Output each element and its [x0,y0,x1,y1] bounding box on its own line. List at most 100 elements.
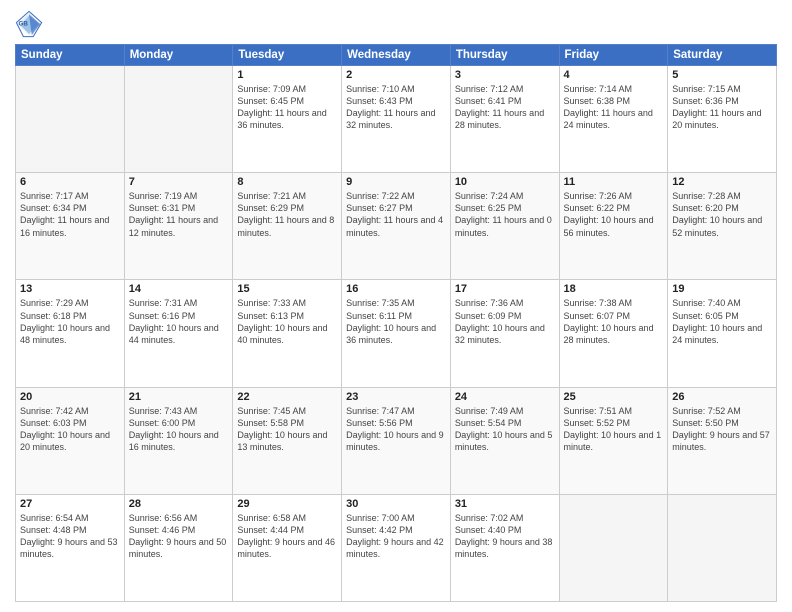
day-number: 21 [129,391,229,403]
weekday-header-sunday: Sunday [16,45,125,66]
calendar-cell: 30 Sunrise: 7:00 AM Sunset: 4:42 PM Dayli… [342,494,451,601]
calendar-week-3: 13Sunrise: 7:29 AM Sunset: 6:18 PM Dayli… [16,280,777,387]
calendar-cell: 26 Sunrise: 7:52 AM Sunset: 5:50 PM Dayli… [668,387,777,494]
cell-info: Sunrise: 7:24 AM Sunset: 6:25 PM Dayligh… [455,190,555,239]
calendar-cell: 9 Sunrise: 7:22 AM Sunset: 6:27 PM Daylig… [342,173,451,280]
calendar-cell: 14 Sunrise: 7:31 AM Sunset: 6:16 PM Dayli… [124,280,233,387]
day-number: 27 [20,498,120,510]
calendar-cell: 20 Sunrise: 7:42 AM Sunset: 6:03 PM Dayli… [16,387,125,494]
svg-text:GB: GB [19,20,29,27]
cell-info: Sunrise: 7:52 AM Sunset: 5:50 PM Dayligh… [672,405,772,454]
cell-info: Sunrise: 7:26 AM Sunset: 6:22 PM Dayligh… [564,190,664,239]
day-number: 20 [20,391,120,403]
calendar-cell: 19Sunrise: 7:40 AM Sunset: 6:05 PM Dayli… [668,280,777,387]
day-number: 1 [237,69,337,81]
cell-info: Sunrise: 7:47 AM Sunset: 5:56 PM Dayligh… [346,405,446,454]
cell-info: Sunrise: 7:38 AM Sunset: 6:07 PM Dayligh… [564,297,664,346]
day-number: 28 [129,498,229,510]
day-number: 25 [564,391,664,403]
day-number: 10 [455,176,555,188]
day-number: 12 [672,176,772,188]
day-number: 30 [346,498,446,510]
day-number: 17 [455,283,555,295]
cell-info: Sunrise: 7:49 AM Sunset: 5:54 PM Dayligh… [455,405,555,454]
calendar-cell: 24 Sunrise: 7:49 AM Sunset: 5:54 PM Dayli… [450,387,559,494]
cell-info: Sunrise: 7:33 AM Sunset: 6:13 PM Dayligh… [237,297,337,346]
calendar-week-2: 6Sunrise: 7:17 AM Sunset: 6:34 PM Daylig… [16,173,777,280]
calendar-page: GB SundayMondayTuesdayWednesdayThursdayF… [0,0,792,612]
calendar-cell: 6Sunrise: 7:17 AM Sunset: 6:34 PM Daylig… [16,173,125,280]
cell-info: Sunrise: 7:36 AM Sunset: 6:09 PM Dayligh… [455,297,555,346]
calendar-week-4: 20 Sunrise: 7:42 AM Sunset: 6:03 PM Dayli… [16,387,777,494]
calendar-cell: 12 Sunrise: 7:28 AM Sunset: 6:20 PM Dayli… [668,173,777,280]
day-number: 8 [237,176,337,188]
cell-info: Sunrise: 7:00 AM Sunset: 4:42 PM Dayligh… [346,512,446,561]
calendar-cell: 22 Sunrise: 7:45 AM Sunset: 5:58 PM Dayli… [233,387,342,494]
calendar-cell: 18 Sunrise: 7:38 AM Sunset: 6:07 PM Dayli… [559,280,668,387]
calendar-cell [16,66,125,173]
cell-info: Sunrise: 7:51 AM Sunset: 5:52 PM Dayligh… [564,405,664,454]
cell-info: Sunrise: 7:21 AM Sunset: 6:29 PM Dayligh… [237,190,337,239]
day-number: 18 [564,283,664,295]
weekday-header-thursday: Thursday [450,45,559,66]
cell-info: Sunrise: 7:12 AM Sunset: 6:41 PM Dayligh… [455,83,555,132]
day-number: 14 [129,283,229,295]
cell-info: Sunrise: 7:45 AM Sunset: 5:58 PM Dayligh… [237,405,337,454]
logo-icon: GB [15,10,43,38]
cell-info: Sunrise: 7:14 AM Sunset: 6:38 PM Dayligh… [564,83,664,132]
cell-info: Sunrise: 7:43 AM Sunset: 6:00 PM Dayligh… [129,405,229,454]
calendar-cell: 13Sunrise: 7:29 AM Sunset: 6:18 PM Dayli… [16,280,125,387]
calendar-cell: 10 Sunrise: 7:24 AM Sunset: 6:25 PM Dayli… [450,173,559,280]
weekday-header-friday: Friday [559,45,668,66]
cell-info: Sunrise: 7:40 AM Sunset: 6:05 PM Dayligh… [672,297,772,346]
calendar-body: 1 Sunrise: 7:09 AM Sunset: 6:45 PM Daylig… [16,66,777,602]
cell-info: Sunrise: 7:22 AM Sunset: 6:27 PM Dayligh… [346,190,446,239]
calendar-cell: 7Sunrise: 7:19 AM Sunset: 6:31 PM Daylig… [124,173,233,280]
page-header: GB [15,10,777,38]
calendar-week-5: 27 Sunrise: 6:54 AM Sunset: 4:48 PM Dayli… [16,494,777,601]
cell-info: Sunrise: 6:54 AM Sunset: 4:48 PM Dayligh… [20,512,120,561]
day-number: 5 [672,69,772,81]
day-number: 31 [455,498,555,510]
day-number: 24 [455,391,555,403]
day-number: 16 [346,283,446,295]
weekday-header-wednesday: Wednesday [342,45,451,66]
calendar-cell: 1 Sunrise: 7:09 AM Sunset: 6:45 PM Daylig… [233,66,342,173]
calendar-cell: 4 Sunrise: 7:14 AM Sunset: 6:38 PM Daylig… [559,66,668,173]
day-number: 23 [346,391,446,403]
calendar-cell [559,494,668,601]
calendar-cell: 21 Sunrise: 7:43 AM Sunset: 6:00 PM Dayli… [124,387,233,494]
calendar-cell: 23 Sunrise: 7:47 AM Sunset: 5:56 PM Dayli… [342,387,451,494]
cell-info: Sunrise: 7:09 AM Sunset: 6:45 PM Dayligh… [237,83,337,132]
calendar-cell: 27 Sunrise: 6:54 AM Sunset: 4:48 PM Dayli… [16,494,125,601]
day-number: 15 [237,283,337,295]
cell-info: Sunrise: 6:58 AM Sunset: 4:44 PM Dayligh… [237,512,337,561]
calendar-cell: 2 Sunrise: 7:10 AM Sunset: 6:43 PM Daylig… [342,66,451,173]
logo: GB [15,10,47,38]
cell-info: Sunrise: 6:56 AM Sunset: 4:46 PM Dayligh… [129,512,229,561]
calendar-cell: 11Sunrise: 7:26 AM Sunset: 6:22 PM Dayli… [559,173,668,280]
day-number: 2 [346,69,446,81]
calendar-cell: 31Sunrise: 7:02 AM Sunset: 4:40 PM Dayli… [450,494,559,601]
calendar-cell: 17 Sunrise: 7:36 AM Sunset: 6:09 PM Dayli… [450,280,559,387]
day-number: 22 [237,391,337,403]
weekday-header-row: SundayMondayTuesdayWednesdayThursdayFrid… [16,45,777,66]
day-number: 4 [564,69,664,81]
cell-info: Sunrise: 7:19 AM Sunset: 6:31 PM Dayligh… [129,190,229,239]
cell-info: Sunrise: 7:10 AM Sunset: 6:43 PM Dayligh… [346,83,446,132]
weekday-header-monday: Monday [124,45,233,66]
cell-info: Sunrise: 7:31 AM Sunset: 6:16 PM Dayligh… [129,297,229,346]
calendar-cell: 25 Sunrise: 7:51 AM Sunset: 5:52 PM Dayli… [559,387,668,494]
weekday-header-saturday: Saturday [668,45,777,66]
day-number: 26 [672,391,772,403]
cell-info: Sunrise: 7:42 AM Sunset: 6:03 PM Dayligh… [20,405,120,454]
calendar-cell: 29Sunrise: 6:58 AM Sunset: 4:44 PM Dayli… [233,494,342,601]
calendar-table: SundayMondayTuesdayWednesdayThursdayFrid… [15,44,777,602]
calendar-cell: 15 Sunrise: 7:33 AM Sunset: 6:13 PM Dayli… [233,280,342,387]
day-number: 9 [346,176,446,188]
calendar-cell: 5Sunrise: 7:15 AM Sunset: 6:36 PM Daylig… [668,66,777,173]
calendar-week-1: 1 Sunrise: 7:09 AM Sunset: 6:45 PM Daylig… [16,66,777,173]
calendar-cell [124,66,233,173]
calendar-cell: 8 Sunrise: 7:21 AM Sunset: 6:29 PM Daylig… [233,173,342,280]
cell-info: Sunrise: 7:28 AM Sunset: 6:20 PM Dayligh… [672,190,772,239]
